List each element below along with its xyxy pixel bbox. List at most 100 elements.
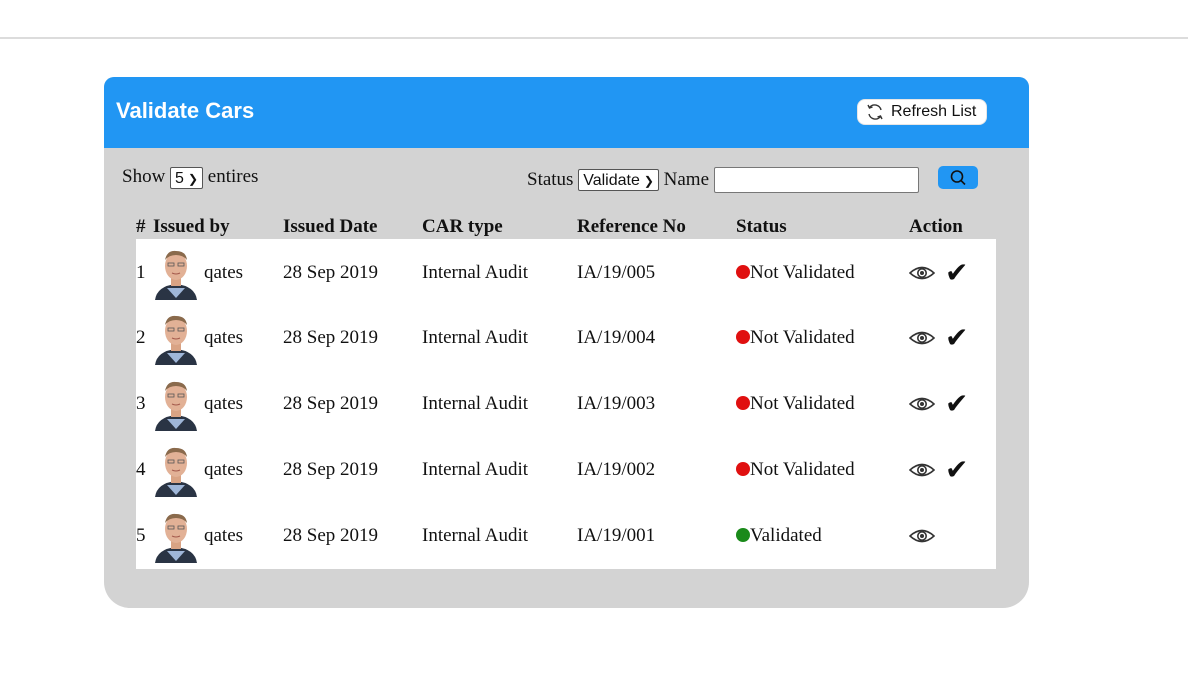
eye-icon[interactable] [909,329,935,347]
row-number: 4 [136,459,146,480]
status-dot-icon [736,528,750,542]
table-row: 3 qates 28 Sep 2019 Internal Audit IA/19… [136,371,996,437]
issuer-name: qates [204,525,244,546]
table-row: 1 qates 28 Sep 2019 Internal Audit IA/19… [136,239,996,305]
row-number: 2 [136,327,146,348]
status-dot-icon [736,330,750,344]
show-entries: Show 5 ❯ entires [122,166,258,189]
action-cell: ✔ [909,437,996,503]
status-text: Not Validated [750,327,855,348]
col-header-car-type: CAR type [422,216,503,237]
table-row: 4 qates 28 Sep 2019 Internal Audit IA/19… [136,437,996,503]
issuer-name: qates [204,327,244,348]
car-type-cell: Internal Audit [422,525,529,546]
col-header-reference-no: Reference No [577,216,686,237]
action-cell [909,503,996,569]
car-type-cell: Internal Audit [422,459,529,480]
issuer-name: qates [204,393,244,414]
car-type-cell: Internal Audit [422,393,529,414]
status-dot-icon [736,462,750,476]
table-header-row: # Issued by Issued Date CAR type Referen… [136,212,996,239]
col-header-status: Status [736,216,787,237]
show-label: Show [122,166,166,187]
status-filter-value: Validate [583,172,640,189]
entries-label: entires [207,166,259,187]
avatar [153,311,199,365]
table-row: 5 qates 28 Sep 2019 Internal Audit IA/19… [136,503,996,569]
avatar [153,443,199,497]
chevron-down-icon: ❯ [643,174,654,188]
status-cell: Validated [736,503,909,569]
status-filter-select[interactable]: Validate ❯ [578,169,659,191]
status-text: Not Validated [750,393,855,414]
eye-icon[interactable] [909,461,935,479]
avatar [153,377,199,431]
status-cell: Not Validated [736,371,909,437]
status-cell: Not Validated [736,239,909,305]
issued-date-cell: 28 Sep 2019 [283,262,378,283]
issued-date-cell: 28 Sep 2019 [283,327,378,348]
eye-icon[interactable] [909,527,935,545]
issued-by-cell: qates [153,437,283,503]
page-size-value: 5 [175,169,184,187]
eye-icon[interactable] [909,264,935,282]
issued-by-cell: qates [153,239,283,305]
page-size-select[interactable]: 5 ❯ [170,166,204,189]
issuer-name: qates [204,459,244,480]
issued-by-cell: qates [153,371,283,437]
action-cell: ✔ [909,371,996,437]
check-icon[interactable]: ✔ [945,324,968,352]
table-row: 2 qates 28 Sep 2019 Internal Audit IA/19… [136,305,996,371]
car-type-cell: Internal Audit [422,327,529,348]
reference-no-cell: IA/19/005 [577,262,656,283]
col-header-issued-date: Issued Date [283,216,378,237]
status-text: Not Validated [750,262,855,283]
status-dot-icon [736,396,750,410]
validate-cars-panel: Validate Cars Refresh List Show 5 ❯ entir… [104,77,1029,608]
row-number: 1 [136,262,146,283]
chevron-down-icon: ❯ [187,171,199,186]
name-search-input[interactable] [714,167,920,193]
eye-icon[interactable] [909,395,935,413]
row-number: 3 [136,393,146,414]
issued-date-cell: 28 Sep 2019 [283,393,378,414]
avatar [153,509,199,563]
search-button[interactable] [938,166,978,189]
row-number: 5 [136,525,146,546]
action-cell: ✔ [909,239,996,305]
col-header-issued-by: Issued by [153,216,230,237]
refresh-list-button[interactable]: Refresh List [857,99,987,125]
status-text: Not Validated [750,459,855,480]
action-cell: ✔ [909,305,996,371]
check-icon[interactable]: ✔ [945,390,968,418]
reference-no-cell: IA/19/001 [577,525,656,546]
filters: Status Validate ❯ Name [527,167,920,193]
panel-title: Validate Cars [116,98,255,123]
status-cell: Not Validated [736,437,909,503]
check-icon[interactable]: ✔ [945,259,968,287]
refresh-icon [867,104,883,120]
col-header-action: Action [909,216,963,237]
col-header-num: # [136,216,146,237]
search-icon [950,169,966,185]
issued-date-cell: 28 Sep 2019 [283,525,378,546]
status-dot-icon [736,265,750,279]
car-type-cell: Internal Audit [422,262,529,283]
top-divider [0,37,1188,39]
refresh-label: Refresh List [891,103,977,120]
status-text: Validated [750,525,822,546]
check-icon[interactable]: ✔ [945,456,968,484]
issued-date-cell: 28 Sep 2019 [283,459,378,480]
avatar [153,246,199,300]
reference-no-cell: IA/19/002 [577,459,656,480]
cars-table: # Issued by Issued Date CAR type Referen… [136,212,996,569]
issuer-name: qates [204,262,244,283]
name-filter-label: Name [663,169,710,190]
panel-header: Validate Cars Refresh List [104,77,1029,148]
reference-no-cell: IA/19/004 [577,327,656,348]
status-cell: Not Validated [736,305,909,371]
issued-by-cell: qates [153,503,283,569]
issued-by-cell: qates [153,305,283,371]
status-filter-label: Status [527,169,574,190]
reference-no-cell: IA/19/003 [577,393,656,414]
